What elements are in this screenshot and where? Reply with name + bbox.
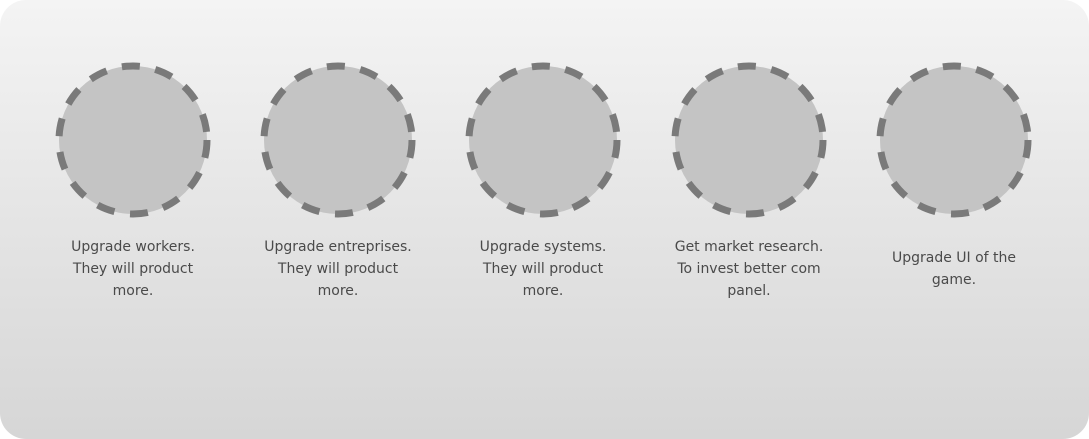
upgrade-ui-slot-icon[interactable] <box>876 62 1032 218</box>
upgrade-systems-description: Upgrade systems. They will product more. <box>479 239 607 299</box>
upgrades-panel: Upgrade workers. They will product more.… <box>0 0 1089 439</box>
upgrade-entreprises-slot-icon[interactable] <box>260 62 416 218</box>
upgrade-card-systems[interactable]: Upgrade systems. They will product more. <box>458 62 628 322</box>
upgrade-systems-slot-icon[interactable] <box>465 62 621 218</box>
upgrade-market-description: Get market research. To invest better co… <box>674 239 824 299</box>
upgrade-market-slot-icon[interactable] <box>671 62 827 218</box>
upgrade-entreprises-description: Upgrade entreprises. They will product m… <box>264 239 412 299</box>
upgrade-ui-description: Upgrade UI of the game. <box>891 250 1017 288</box>
upgrade-card-ui[interactable]: Upgrade UI of the game. <box>869 62 1039 322</box>
upgrade-card-workers[interactable]: Upgrade workers. They will product more. <box>48 62 218 322</box>
upgrade-card-market[interactable]: Get market research. To invest better co… <box>664 62 834 322</box>
upgrade-card-entreprises[interactable]: Upgrade entreprises. They will product m… <box>253 62 423 322</box>
upgrade-workers-description: Upgrade workers. They will product more. <box>71 239 195 299</box>
upgrade-workers-slot-icon[interactable] <box>55 62 211 218</box>
